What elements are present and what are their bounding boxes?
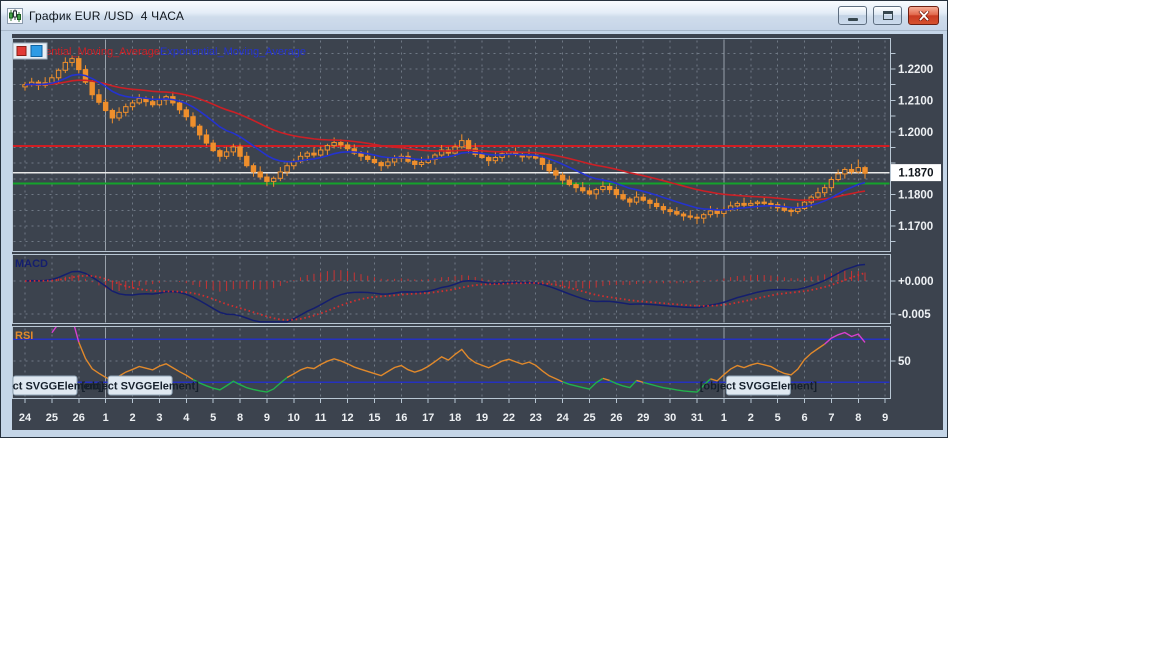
price-axis-label: 1.1800 — [898, 190, 933, 202]
price-axis-label: 1.2200 — [898, 64, 933, 76]
x-axis-day-label: 25 — [583, 412, 595, 424]
x-axis-day-label: 11 — [315, 412, 327, 424]
price-axis-label: 1.2000 — [898, 127, 933, 139]
x-axis-day-label: 25 — [46, 412, 58, 424]
x-axis-day-label: 26 — [73, 412, 85, 424]
desktop-background: График EUR /USD 4 ЧАСА MACD +0.000 -0.005 R… — [0, 0, 1152, 648]
x-axis-day-label: 26 — [610, 412, 622, 424]
x-axis-day-label: 2 — [129, 412, 135, 424]
rsi-label: RSI — [15, 330, 33, 342]
x-axis-day-label: 4 — [183, 412, 190, 424]
chart-canvas[interactable]: MACD +0.000 -0.005 RSI 50 1.2200 1.2100 1.2000 1… — [12, 34, 943, 430]
chart-background — [12, 34, 943, 430]
x-axis-day-label: 5 — [210, 412, 216, 424]
minimize-button[interactable] — [838, 6, 867, 25]
x-axis-day-label: 2 — [748, 412, 754, 424]
ema-fast-toggle-button[interactable] — [30, 45, 43, 57]
x-axis-day-label: 22 — [503, 412, 515, 424]
window-controls — [838, 6, 941, 25]
current-price-label: 1.1870 — [898, 168, 933, 180]
rsi-axis-label: 50 — [898, 356, 911, 368]
x-axis-day-label: 16 — [395, 412, 407, 424]
x-axis-day-label: 12 — [341, 412, 353, 424]
x-axis-day-label: 3 — [156, 412, 162, 424]
x-axis-day-label: 9 — [882, 412, 888, 424]
x-axis-day-label: 8 — [237, 412, 243, 424]
x-axis-day-label: 1 — [721, 412, 727, 424]
x-axis-day-label: 30 — [664, 412, 676, 424]
month-button-label: [object SVGGElement] — [81, 381, 199, 393]
x-axis-day-label: 29 — [637, 412, 649, 424]
price-axis-label: 1.2100 — [898, 95, 933, 107]
maximize-button[interactable] — [873, 6, 902, 25]
x-axis-day-label: 15 — [368, 412, 380, 424]
x-axis-day-label: 24 — [19, 412, 32, 424]
macd-axis-label: -0.005 — [898, 309, 931, 321]
x-axis-day-label: 10 — [288, 412, 300, 424]
x-axis-day-label: 24 — [556, 412, 569, 424]
close-icon — [918, 10, 929, 21]
x-axis-day-label: 8 — [855, 412, 861, 424]
x-axis-day-label: 6 — [801, 412, 807, 424]
macd-axis-label: +0.000 — [898, 276, 934, 288]
macd-label: MACD — [15, 258, 48, 270]
x-axis-day-label: 1 — [103, 412, 109, 424]
x-axis-day-label: 9 — [264, 412, 270, 424]
maximize-icon — [882, 11, 893, 20]
titlebar[interactable]: График EUR /USD 4 ЧАСА — [1, 1, 947, 31]
ema-fast-legend-label: Exponential_Moving_Average — [160, 46, 306, 58]
window-title: График EUR /USD 4 ЧАСА — [29, 8, 185, 23]
candlestick-chart-icon — [7, 7, 23, 24]
x-axis-day-label: 7 — [828, 412, 834, 424]
price-axis-label: 1.1700 — [898, 221, 933, 233]
close-button[interactable] — [908, 6, 939, 25]
minimize-icon — [847, 18, 858, 21]
x-axis-day-label: 31 — [691, 412, 703, 424]
ema-slow-toggle-button[interactable] — [16, 46, 27, 56]
x-axis-day-label: 23 — [530, 412, 542, 424]
x-axis-day-label: 17 — [422, 412, 434, 424]
chart-client-area: MACD +0.000 -0.005 RSI 50 1.2200 1.2100 1.2000 1… — [1, 31, 947, 438]
x-axis-day-label: 19 — [476, 412, 488, 424]
chart-window: График EUR /USD 4 ЧАСА MACD +0.000 -0.005 R… — [0, 0, 948, 438]
month-button-label: [object SVGGElement] — [700, 381, 818, 393]
x-axis-day-label: 18 — [449, 412, 461, 424]
x-axis-day-label: 5 — [775, 412, 781, 424]
